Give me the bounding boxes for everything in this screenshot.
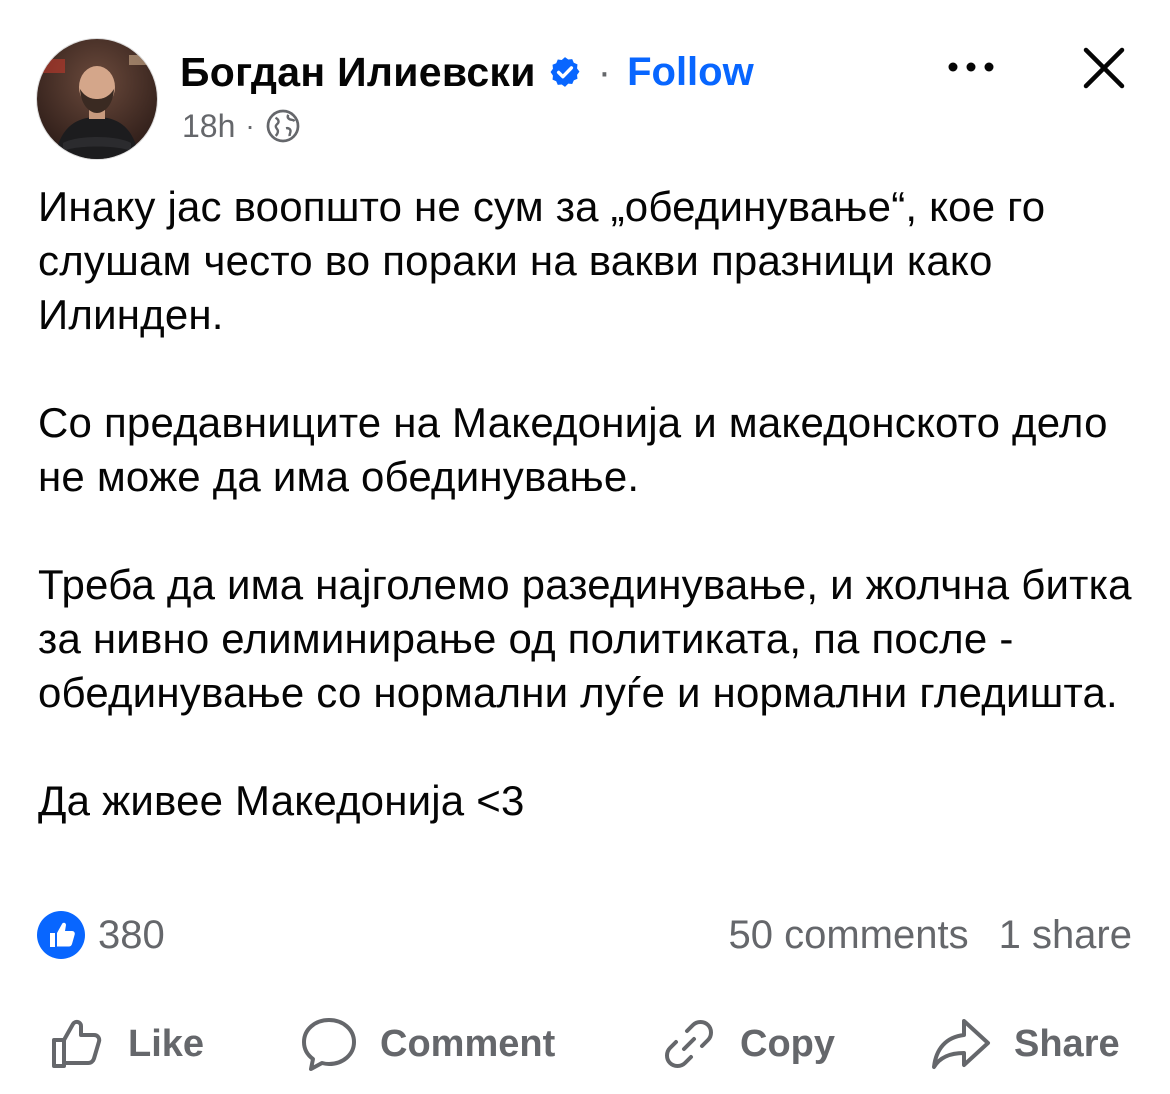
post-meta: 18h ·: [182, 104, 301, 148]
share-arrow-icon: [932, 1019, 990, 1069]
engagement-stats: 50 comments 1 share: [728, 908, 1132, 962]
thumbs-up-icon: [52, 1019, 102, 1068]
post-paragraph: Со предавниците на Македонија и македонс…: [38, 399, 1108, 500]
author-header: Богдан Илиевски · Follow: [180, 40, 754, 104]
globe-icon[interactable]: [265, 108, 301, 144]
post-timestamp[interactable]: 18h: [182, 108, 235, 145]
close-button[interactable]: [1076, 40, 1132, 96]
share-button[interactable]: Share: [930, 1004, 1120, 1084]
post-paragraph: Инаку јас воопшто не сум за „обединување…: [38, 183, 1046, 338]
author-avatar[interactable]: [36, 38, 158, 160]
more-dots-icon: [948, 62, 994, 72]
reaction-count[interactable]: 380: [98, 908, 165, 962]
share-label: Share: [1014, 1022, 1120, 1065]
like-label: Like: [128, 1022, 205, 1065]
like-reaction-icon[interactable]: [36, 910, 86, 960]
verified-badge-icon: [548, 55, 582, 89]
meta-separator: ·: [245, 110, 255, 141]
link-icon: [665, 1020, 713, 1068]
comment-bubble-icon: [302, 1018, 356, 1071]
action-bar: Like Comment Copy Share: [0, 1004, 1170, 1084]
post-paragraph: Треба да има најголемо разединување, и ж…: [38, 561, 1132, 716]
name-separator: ·: [597, 49, 612, 94]
post-text: Инаку јас воопшто не сум за „обединување…: [38, 180, 1138, 828]
post-paragraph: Да живее Македонија <3: [38, 777, 525, 824]
close-icon: [1083, 47, 1125, 89]
comment-button[interactable]: Comment: [300, 1004, 555, 1084]
shares-count[interactable]: 1 share: [999, 908, 1132, 962]
copy-link-button[interactable]: Copy: [660, 1004, 835, 1084]
comments-count[interactable]: 50 comments: [728, 908, 968, 962]
copy-label: Copy: [740, 1022, 835, 1065]
like-button[interactable]: Like: [48, 1004, 204, 1084]
more-options-button[interactable]: [942, 44, 1000, 90]
author-name[interactable]: Богдан Илиевски: [180, 49, 536, 96]
follow-button[interactable]: Follow: [627, 50, 754, 95]
comment-label: Comment: [380, 1022, 556, 1065]
